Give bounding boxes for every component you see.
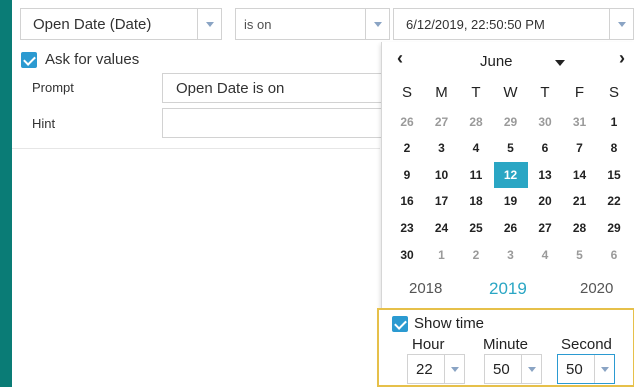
calendar-day[interactable]: 8 bbox=[597, 135, 631, 161]
calendar-day[interactable]: 9 bbox=[390, 162, 424, 188]
chevron-down-icon[interactable] bbox=[609, 9, 633, 39]
calendar-day[interactable]: 27 bbox=[528, 215, 562, 241]
year-option[interactable]: 2018 bbox=[409, 280, 442, 297]
second-input[interactable]: 50 bbox=[557, 354, 615, 384]
year-row: 2018 2019 2020 bbox=[382, 279, 634, 302]
chevron-down-icon[interactable] bbox=[594, 355, 614, 383]
year-current[interactable]: 2019 bbox=[489, 279, 527, 299]
chevron-down-icon[interactable] bbox=[521, 355, 541, 383]
second-value: 50 bbox=[566, 361, 583, 378]
calendar-day[interactable]: 28 bbox=[459, 109, 493, 135]
calendar-day[interactable]: 13 bbox=[528, 162, 562, 188]
field-select[interactable]: Open Date (Date) bbox=[20, 8, 222, 40]
calendar-day[interactable]: 23 bbox=[390, 215, 424, 241]
calendar-day[interactable]: 17 bbox=[425, 188, 459, 214]
calendar-day[interactable]: 4 bbox=[459, 135, 493, 161]
hour-value: 22 bbox=[416, 361, 433, 378]
calendar-day[interactable]: 31 bbox=[563, 109, 597, 135]
calendar-day[interactable]: 29 bbox=[494, 109, 528, 135]
year-option[interactable]: 2020 bbox=[580, 280, 613, 297]
calendar-day[interactable]: 30 bbox=[390, 242, 424, 268]
calendar-day[interactable]: 1 bbox=[425, 242, 459, 268]
calendar-day[interactable]: 30 bbox=[528, 109, 562, 135]
calendar-day-selected[interactable]: 12 bbox=[493, 161, 528, 188]
show-time-checkbox[interactable] bbox=[392, 316, 408, 332]
operator-select[interactable]: is on bbox=[235, 8, 390, 40]
ask-for-values-checkbox[interactable] bbox=[21, 52, 37, 68]
calendar-day[interactable]: 6 bbox=[528, 135, 562, 161]
calendar-day[interactable]: 28 bbox=[563, 215, 597, 241]
chevron-right-icon[interactable]: › bbox=[612, 48, 632, 69]
prompt-label: Prompt bbox=[32, 80, 74, 95]
hour-input[interactable]: 22 bbox=[407, 354, 465, 384]
calendar-day[interactable]: 7 bbox=[563, 135, 597, 161]
chevron-down-icon[interactable] bbox=[444, 355, 464, 383]
calendar-day[interactable]: 6 bbox=[597, 242, 631, 268]
filter-row: Open Date (Date) is on 6/12/2019, 22:50:… bbox=[20, 8, 634, 40]
calendar-day[interactable]: 16 bbox=[390, 188, 424, 214]
calendar-day[interactable]: 1 bbox=[597, 109, 631, 135]
divider bbox=[12, 148, 380, 149]
chevron-left-icon[interactable]: ‹ bbox=[390, 48, 410, 69]
weekday-header: S bbox=[401, 84, 412, 101]
date-time-value: 6/12/2019, 22:50:50 PM bbox=[406, 17, 545, 32]
minute-value: 50 bbox=[493, 361, 510, 378]
calendar-day[interactable]: 4 bbox=[528, 242, 562, 268]
date-time-input[interactable]: 6/12/2019, 22:50:50 PM bbox=[393, 8, 634, 40]
time-section: Show time Hour Minute Second 22 50 50 bbox=[377, 308, 634, 387]
calendar-day[interactable]: 3 bbox=[494, 242, 528, 268]
calendar-day[interactable]: 11 bbox=[459, 162, 493, 188]
hint-input[interactable] bbox=[162, 108, 392, 138]
calendar-day[interactable]: 24 bbox=[425, 215, 459, 241]
weekday-header: F bbox=[574, 84, 585, 101]
calendar-day[interactable]: 20 bbox=[528, 188, 562, 214]
ask-for-values-label: Ask for values bbox=[45, 51, 140, 68]
calendar-day[interactable]: 27 bbox=[425, 109, 459, 135]
calendar-day[interactable]: 10 bbox=[425, 162, 459, 188]
calendar-day[interactable]: 19 bbox=[494, 188, 528, 214]
second-label: Second bbox=[561, 336, 612, 353]
calendar-day[interactable]: 21 bbox=[563, 188, 597, 214]
weekday-header: S bbox=[608, 84, 619, 101]
calendar-day[interactable]: 2 bbox=[459, 242, 493, 268]
weekday-header: W bbox=[503, 84, 518, 101]
calendar-day[interactable]: 3 bbox=[425, 135, 459, 161]
prompt-input[interactable]: Open Date is on bbox=[162, 73, 392, 103]
calendar-day[interactable]: 26 bbox=[390, 109, 424, 135]
chevron-down-icon[interactable] bbox=[197, 9, 221, 39]
calendar-day[interactable]: 2 bbox=[390, 135, 424, 161]
calendar-day[interactable]: 15 bbox=[597, 162, 631, 188]
chevron-down-icon[interactable] bbox=[365, 9, 389, 39]
date-picker-popup: ‹ June › S M T W T F S 26 27 28 29 30 31 1 2 3 4 5 6 7 8 9 10 1… bbox=[377, 42, 634, 387]
operator-select-value: is on bbox=[244, 17, 272, 32]
month-dropdown-icon[interactable] bbox=[555, 60, 565, 66]
prompt-input-value: Open Date is on bbox=[176, 80, 285, 97]
calendar-day[interactable]: 25 bbox=[459, 215, 493, 241]
calendar-day[interactable]: 18 bbox=[459, 188, 493, 214]
hour-label: Hour bbox=[412, 336, 445, 353]
calendar-day[interactable]: 29 bbox=[597, 215, 631, 241]
calendar-day[interactable]: 14 bbox=[563, 162, 597, 188]
weekday-header: M bbox=[435, 84, 448, 101]
calendar-day[interactable]: 22 bbox=[597, 188, 631, 214]
month-label: June bbox=[480, 53, 513, 70]
show-time-label: Show time bbox=[414, 315, 485, 332]
weekday-header: T bbox=[471, 84, 481, 101]
minute-label: Minute bbox=[483, 336, 529, 353]
calendar-day[interactable]: 5 bbox=[494, 135, 528, 161]
calendar-day[interactable]: 26 bbox=[494, 215, 528, 241]
hint-label: Hint bbox=[32, 116, 56, 131]
field-select-value: Open Date (Date) bbox=[33, 16, 152, 33]
weekday-header: T bbox=[540, 84, 550, 101]
calendar-day[interactable]: 5 bbox=[563, 242, 597, 268]
minute-input[interactable]: 50 bbox=[484, 354, 542, 384]
